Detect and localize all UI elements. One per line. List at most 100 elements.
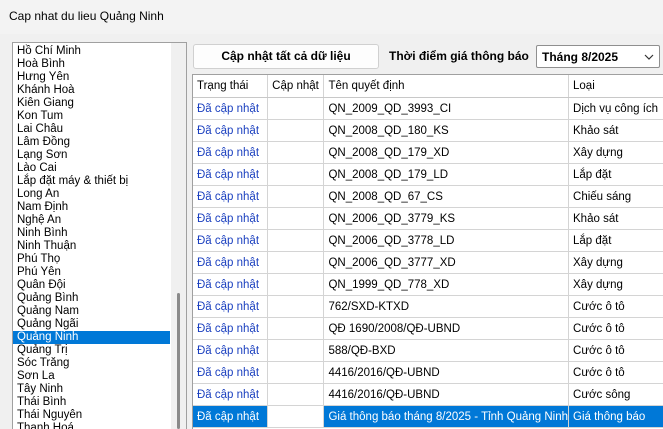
update-cell[interactable] bbox=[267, 273, 325, 296]
province-list-item[interactable]: Ninh Thuận bbox=[13, 240, 170, 253]
decision-name-cell[interactable]: 762/SXD-KTXD bbox=[323, 295, 570, 318]
decision-name-cell[interactable]: QN_2006_QD_3779_KS bbox=[323, 207, 570, 230]
table-row[interactable]: Đã cập nhật QN_2008_QD_179_XD Xây dựng bbox=[193, 141, 663, 164]
province-list-item[interactable]: Quảng Bình bbox=[13, 292, 170, 305]
column-header-name[interactable]: Tên quyết định bbox=[323, 75, 570, 98]
province-list-item[interactable]: Kon Tum bbox=[13, 110, 170, 123]
status-cell[interactable]: Đã cập nhật bbox=[193, 361, 269, 384]
decision-name-cell[interactable]: QN_2008_QD_179_LD bbox=[323, 163, 570, 186]
type-cell[interactable]: Xây dựng bbox=[568, 251, 663, 274]
decision-name-cell[interactable]: QN_2008_QD_180_KS bbox=[323, 119, 570, 142]
province-list-item[interactable]: Hồ Chí Minh bbox=[13, 45, 170, 58]
decision-name-cell[interactable]: QN_2006_QD_3777_XD bbox=[323, 251, 570, 274]
type-cell[interactable]: Cước ô tô bbox=[568, 295, 663, 318]
update-cell[interactable] bbox=[267, 361, 325, 384]
decision-name-cell[interactable]: QĐ 1690/2008/QĐ-UBND bbox=[323, 317, 570, 340]
type-cell[interactable]: Cước ô tô bbox=[568, 361, 663, 384]
province-list-item[interactable]: Nghệ An bbox=[13, 214, 170, 227]
province-list-item[interactable]: Ninh Bình bbox=[13, 227, 170, 240]
table-row[interactable]: Đã cập nhật QĐ 1690/2008/QĐ-UBND Cước ô tô bbox=[193, 317, 663, 340]
type-cell[interactable]: Cước sông bbox=[568, 383, 663, 406]
status-cell[interactable]: Đã cập nhật bbox=[193, 163, 269, 186]
table-row[interactable]: Đã cập nhật QN_2008_QD_179_LD Lắp đặt bbox=[193, 163, 663, 186]
decision-name-cell[interactable]: QN_2008_QD_179_XD bbox=[323, 141, 570, 164]
status-cell[interactable]: Đã cập nhật bbox=[193, 405, 269, 428]
province-list-item[interactable]: Thái Bình bbox=[13, 396, 170, 409]
type-cell[interactable]: Xây dựng bbox=[568, 141, 663, 164]
type-cell[interactable]: Dịch vụ công ích bbox=[568, 97, 663, 120]
province-list-item[interactable]: Phú Thọ bbox=[13, 253, 170, 266]
decision-name-cell[interactable]: Giá thông báo tháng 8/2025 - Tỉnh Quảng … bbox=[323, 405, 570, 428]
table-row[interactable]: Đã cập nhật QN_2006_QD_3777_XD Xây dựng bbox=[193, 251, 663, 274]
update-cell[interactable] bbox=[267, 251, 325, 274]
table-row[interactable]: Đã cập nhật QN_2008_QD_180_KS Khảo sát bbox=[193, 119, 663, 142]
scrollbar-thumb[interactable] bbox=[177, 293, 180, 429]
province-list-item[interactable]: Quảng Trị bbox=[13, 344, 170, 357]
table-row[interactable]: Đã cập nhật QN_2006_QD_3779_KS Khảo sát bbox=[193, 207, 663, 230]
update-cell[interactable] bbox=[267, 229, 325, 252]
update-cell[interactable] bbox=[267, 141, 325, 164]
period-select[interactable]: Tháng 8/2025 bbox=[536, 45, 660, 68]
province-list-item[interactable]: Khánh Hoà bbox=[13, 84, 170, 97]
status-cell[interactable]: Đã cập nhật bbox=[193, 97, 269, 120]
table-row[interactable]: Đã cập nhật QN_1999_QD_778_XD Xây dựng bbox=[193, 273, 663, 296]
province-list-scrollbar[interactable] bbox=[171, 43, 186, 429]
decision-name-cell[interactable]: 4416/2016/QĐ-UBND bbox=[323, 383, 570, 406]
table-row[interactable]: Đã cập nhật 4416/2016/QĐ-UBND Cước sông bbox=[193, 383, 663, 406]
province-list-item[interactable]: Hưng Yên bbox=[13, 71, 170, 84]
province-list[interactable]: Hồ Chí Minh Hoà Bình Hưng Yên Khánh Hoà Kiên… bbox=[12, 42, 187, 429]
table-row[interactable]: Đã cập nhật Giá thông báo tháng 8/2025 - … bbox=[193, 405, 663, 428]
update-cell[interactable] bbox=[267, 339, 325, 362]
decision-name-cell[interactable]: QN_2006_QD_3778_LD bbox=[323, 229, 570, 252]
type-cell[interactable]: Giá thông báo bbox=[568, 405, 663, 428]
status-cell[interactable]: Đã cập nhật bbox=[193, 339, 269, 362]
update-cell[interactable] bbox=[267, 405, 325, 428]
province-list-item[interactable]: Quân Đội bbox=[13, 279, 170, 292]
province-list-item[interactable]: Quảng Nam bbox=[13, 305, 170, 318]
table-row[interactable]: Đã cập nhật QN_2008_QD_67_CS Chiếu sáng bbox=[193, 185, 663, 208]
type-cell[interactable]: Cước ô tô bbox=[568, 339, 663, 362]
update-cell[interactable] bbox=[267, 119, 325, 142]
status-cell[interactable]: Đã cập nhật bbox=[193, 141, 269, 164]
update-cell[interactable] bbox=[267, 97, 325, 120]
status-cell[interactable]: Đã cập nhật bbox=[193, 185, 269, 208]
province-list-item[interactable]: Quảng Ninh bbox=[13, 331, 170, 344]
table-row[interactable]: Đã cập nhật QN_2009_QD_3993_CI Dịch vụ côn… bbox=[193, 97, 663, 120]
province-list-item[interactable]: Thái Nguyên bbox=[13, 409, 170, 422]
type-cell[interactable]: Chiếu sáng bbox=[568, 185, 663, 208]
status-cell[interactable]: Đã cập nhật bbox=[193, 383, 269, 406]
type-cell[interactable]: Lắp đặt bbox=[568, 229, 663, 252]
status-cell[interactable]: Đã cập nhật bbox=[193, 295, 269, 318]
type-cell[interactable]: Cước ô tô bbox=[568, 317, 663, 340]
decision-name-cell[interactable]: QN_1999_QD_778_XD bbox=[323, 273, 570, 296]
province-list-item[interactable]: Kiên Giang bbox=[13, 97, 170, 110]
province-list-item[interactable]: Phú Yên bbox=[13, 266, 170, 279]
status-cell[interactable]: Đã cập nhật bbox=[193, 119, 269, 142]
type-cell[interactable]: Khảo sát bbox=[568, 119, 663, 142]
province-list-item[interactable]: Tây Ninh bbox=[13, 383, 170, 396]
update-cell[interactable] bbox=[267, 295, 325, 318]
table-row[interactable]: Đã cập nhật QN_2006_QD_3778_LD Lắp đặt bbox=[193, 229, 663, 252]
province-list-item[interactable]: Hoà Bình bbox=[13, 58, 170, 71]
update-all-button[interactable]: Cập nhật tất cả dữ liệu bbox=[193, 44, 379, 69]
update-cell[interactable] bbox=[267, 163, 325, 186]
update-cell[interactable] bbox=[267, 207, 325, 230]
province-list-item[interactable]: Lai Châu bbox=[13, 123, 170, 136]
province-list-item[interactable]: Lắp đặt máy & thiết bị bbox=[13, 175, 170, 188]
status-cell[interactable]: Đã cập nhật bbox=[193, 317, 269, 340]
table-row[interactable]: Đã cập nhật 588/QĐ-BXD Cước ô tô bbox=[193, 339, 663, 362]
column-header-type[interactable]: Loại bbox=[568, 75, 663, 98]
decision-name-cell[interactable]: QN_2009_QD_3993_CI bbox=[323, 97, 570, 120]
province-list-item[interactable]: Lạng Sơn bbox=[13, 149, 170, 162]
type-cell[interactable]: Lắp đặt bbox=[568, 163, 663, 186]
update-cell[interactable] bbox=[267, 185, 325, 208]
column-header-update[interactable]: Cập nhật bbox=[267, 75, 325, 98]
decision-name-cell[interactable]: 4416/2016/QĐ-UBND bbox=[323, 361, 570, 384]
type-cell[interactable]: Khảo sát bbox=[568, 207, 663, 230]
table-row[interactable]: Đã cập nhật 4416/2016/QĐ-UBND Cước ô tô bbox=[193, 361, 663, 384]
province-list-item[interactable]: Lâm Đồng bbox=[13, 136, 170, 149]
decision-name-cell[interactable]: 588/QĐ-BXD bbox=[323, 339, 570, 362]
province-list-item[interactable]: Nam Định bbox=[13, 201, 170, 214]
province-list-item[interactable]: Sóc Trăng bbox=[13, 357, 170, 370]
update-cell[interactable] bbox=[267, 383, 325, 406]
